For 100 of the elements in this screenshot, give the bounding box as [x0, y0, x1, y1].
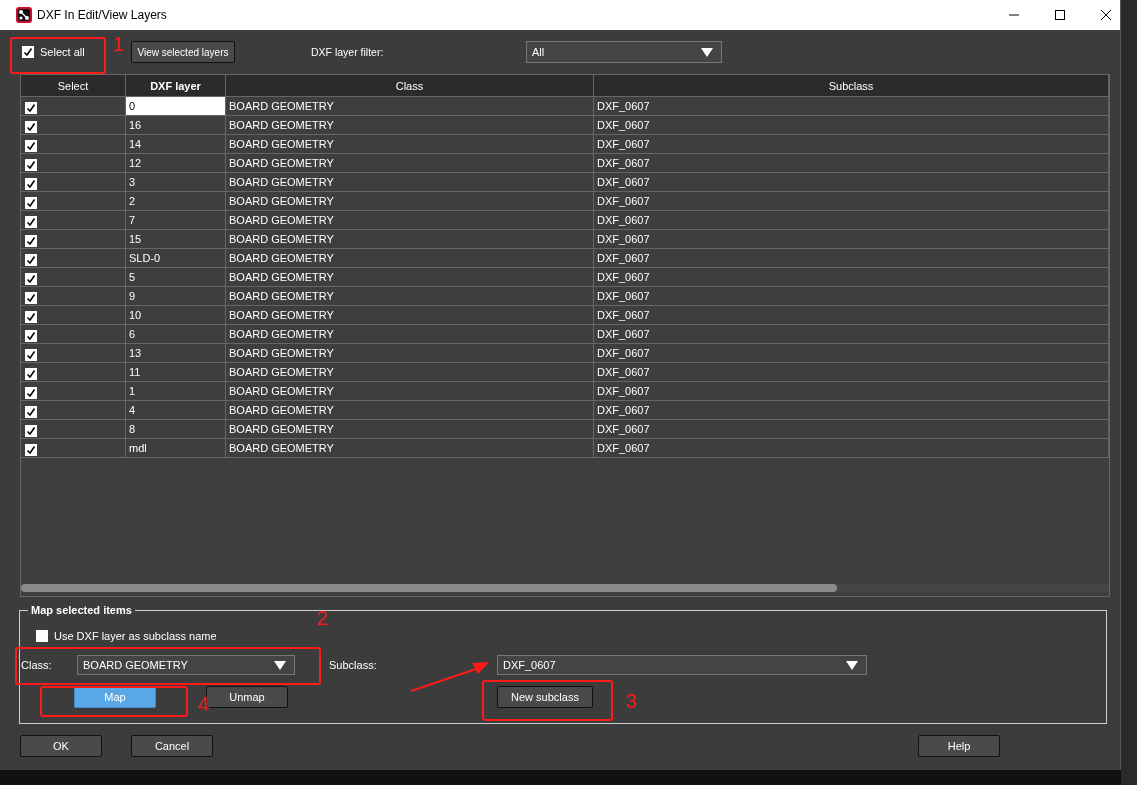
- table-cell[interactable]: 6: [126, 325, 226, 343]
- table-cell[interactable]: SLD-0: [126, 249, 226, 267]
- row-checkbox[interactable]: [25, 158, 37, 171]
- class-label: Class:: [21, 659, 53, 671]
- layer-filter-dropdown[interactable]: All: [526, 41, 722, 63]
- app-icon: [16, 7, 32, 23]
- table-cell[interactable]: 12: [126, 154, 226, 172]
- table-cell: DXF_0607: [594, 249, 1109, 267]
- column-header[interactable]: DXF layer: [126, 75, 226, 96]
- table-cell: BOARD GEOMETRY: [226, 192, 594, 210]
- button[interactable]: Cancel: [131, 735, 213, 757]
- table-cell: BOARD GEOMETRY: [226, 173, 594, 191]
- table-cell[interactable]: 0: [126, 97, 226, 115]
- table-cell[interactable]: 13: [126, 344, 226, 362]
- table-cell: DXF_0607: [594, 211, 1109, 229]
- table-cell[interactable]: 14: [126, 135, 226, 153]
- row-checkbox[interactable]: [25, 253, 37, 266]
- table-cell[interactable]: 10: [126, 306, 226, 324]
- table-cell[interactable]: 3: [126, 173, 226, 191]
- checkbox[interactable]: [36, 630, 48, 642]
- caret-icon: [701, 47, 713, 57]
- table-cell: BOARD GEOMETRY: [226, 306, 594, 324]
- table-cell: DXF_0607: [594, 344, 1109, 362]
- row-checkbox[interactable]: [25, 234, 37, 247]
- maximize-icon[interactable]: [1054, 9, 1066, 21]
- button[interactable]: Help: [918, 735, 1000, 757]
- table-cell: BOARD GEOMETRY: [226, 230, 594, 248]
- subclass-dropdown[interactable]: DXF_0607: [497, 655, 867, 675]
- table-cell: BOARD GEOMETRY: [226, 268, 594, 286]
- table-cell[interactable]: 1: [126, 382, 226, 400]
- table-cell[interactable]: 8: [126, 420, 226, 438]
- row-checkbox[interactable]: [25, 310, 37, 323]
- table-cell: BOARD GEOMETRY: [226, 439, 594, 457]
- table-cell: BOARD GEOMETRY: [226, 116, 594, 134]
- table-cell[interactable]: 5: [126, 268, 226, 286]
- row-checkbox[interactable]: [25, 386, 37, 399]
- table-cell: BOARD GEOMETRY: [226, 363, 594, 381]
- new-subclass-button[interactable]: New subclass: [497, 686, 593, 708]
- table-cell: BOARD GEOMETRY: [226, 344, 594, 362]
- table-cell: DXF_0607: [594, 325, 1109, 343]
- table-cell: BOARD GEOMETRY: [226, 135, 594, 153]
- table-cell[interactable]: 9: [126, 287, 226, 305]
- class-dropdown[interactable]: BOARD GEOMETRY: [77, 655, 295, 675]
- row-checkbox[interactable]: [25, 348, 37, 361]
- table-cell: DXF_0607: [594, 401, 1109, 419]
- annotation-number: 1: [113, 33, 125, 56]
- table-cell[interactable]: 11: [126, 363, 226, 381]
- filter-label: DXF layer filter:: [311, 46, 385, 58]
- table-cell[interactable]: 4: [126, 401, 226, 419]
- row-checkbox[interactable]: [25, 139, 37, 152]
- table-cell[interactable]: 7: [126, 211, 226, 229]
- table-cell: DXF_0607: [594, 382, 1109, 400]
- table-cell: DXF_0607: [594, 230, 1109, 248]
- row-checkbox[interactable]: [25, 196, 37, 209]
- window-title: DXF In Edit/View Layers: [37, 8, 167, 22]
- table-cell: DXF_0607: [594, 268, 1109, 286]
- checkbox-label: Use DXF layer as subclass name: [54, 630, 217, 642]
- table-cell: BOARD GEOMETRY: [226, 325, 594, 343]
- row-checkbox[interactable]: [25, 443, 37, 456]
- row-checkbox[interactable]: [25, 424, 37, 437]
- table-cell: DXF_0607: [594, 192, 1109, 210]
- table-cell: BOARD GEOMETRY: [226, 420, 594, 438]
- table-cell: DXF_0607: [594, 439, 1109, 457]
- table-cell: DXF_0607: [594, 306, 1109, 324]
- view-selected-layers-button[interactable]: View selected layers: [131, 41, 235, 63]
- select-all-checkbox[interactable]: [22, 46, 34, 58]
- row-checkbox[interactable]: [25, 329, 37, 342]
- row-checkbox[interactable]: [25, 215, 37, 228]
- group-title: Map selected items: [30, 604, 133, 616]
- table-cell: BOARD GEOMETRY: [226, 154, 594, 172]
- row-checkbox[interactable]: [25, 272, 37, 285]
- row-checkbox[interactable]: [25, 101, 37, 114]
- scrollbar-thumb[interactable]: [21, 584, 837, 592]
- button[interactable]: OK: [20, 735, 102, 757]
- checkbox-label: Select all: [40, 46, 85, 58]
- close-icon[interactable]: [1100, 9, 1112, 21]
- column-header[interactable]: Subclass: [594, 75, 1109, 96]
- table-cell: DXF_0607: [594, 420, 1109, 438]
- table-cell: DXF_0607: [594, 97, 1109, 115]
- annotation-number: 3: [626, 690, 638, 713]
- table-cell[interactable]: mdl: [126, 439, 226, 457]
- table-cell: BOARD GEOMETRY: [226, 211, 594, 229]
- table-cell: DXF_0607: [594, 154, 1109, 172]
- subclass-label: Subclass:: [329, 659, 378, 671]
- table-cell[interactable]: 2: [126, 192, 226, 210]
- table-cell: DXF_0607: [594, 287, 1109, 305]
- table-cell: DXF_0607: [594, 135, 1109, 153]
- column-header[interactable]: Class: [226, 75, 594, 96]
- row-checkbox[interactable]: [25, 367, 37, 380]
- horizontal-scrollbar[interactable]: [21, 584, 1109, 592]
- row-checkbox[interactable]: [25, 291, 37, 304]
- row-checkbox[interactable]: [25, 405, 37, 418]
- row-checkbox[interactable]: [25, 120, 37, 133]
- table-cell[interactable]: 15: [126, 230, 226, 248]
- caret-icon: [274, 660, 286, 670]
- table-cell[interactable]: 16: [126, 116, 226, 134]
- table-cell: BOARD GEOMETRY: [226, 382, 594, 400]
- row-checkbox[interactable]: [25, 177, 37, 190]
- table-cell: DXF_0607: [594, 173, 1109, 191]
- column-header[interactable]: Select: [21, 75, 126, 96]
